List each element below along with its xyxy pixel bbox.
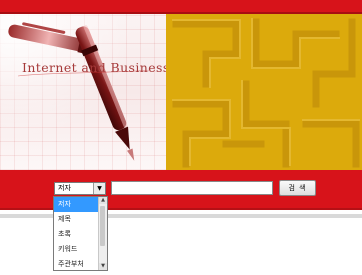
page: Internet and Business 저자 ▼ 검 색 저자 제목 초록 … <box>0 0 362 275</box>
banner-photo: Internet and Business <box>0 14 166 170</box>
dropdown-option-keyword[interactable]: 키워드 <box>54 242 99 257</box>
dropdown-option-title[interactable]: 제목 <box>54 212 99 227</box>
dropdown-option-abstract[interactable]: 초록 <box>54 227 99 242</box>
search-field-select-value: 저자 <box>58 184 71 192</box>
dropdown-scrollbar[interactable]: ▲ ▼ <box>98 197 107 270</box>
search-button[interactable]: 검 색 <box>279 180 316 196</box>
top-red-bar <box>0 0 362 12</box>
search-input[interactable] <box>111 181 273 195</box>
pen-illustration <box>0 14 166 170</box>
dropdown-option-ministry[interactable]: 주관부처 <box>54 257 99 270</box>
search-field-dropdown: 저자 제목 초록 키워드 주관부처 ▲ ▼ <box>53 196 108 271</box>
chevron-down-icon[interactable]: ▼ <box>93 183 105 194</box>
banner-text: Internet and Business <box>22 60 166 75</box>
search-field-select[interactable]: 저자 ▼ <box>54 182 106 195</box>
dropdown-option-author[interactable]: 저자 <box>54 197 99 212</box>
banner-gold-panel <box>166 14 362 170</box>
scroll-down-arrow-icon[interactable]: ▼ <box>99 263 107 270</box>
scrollbar-thumb[interactable] <box>100 206 105 246</box>
scroll-up-arrow-icon[interactable]: ▲ <box>99 197 107 204</box>
maze-pattern <box>172 18 360 168</box>
